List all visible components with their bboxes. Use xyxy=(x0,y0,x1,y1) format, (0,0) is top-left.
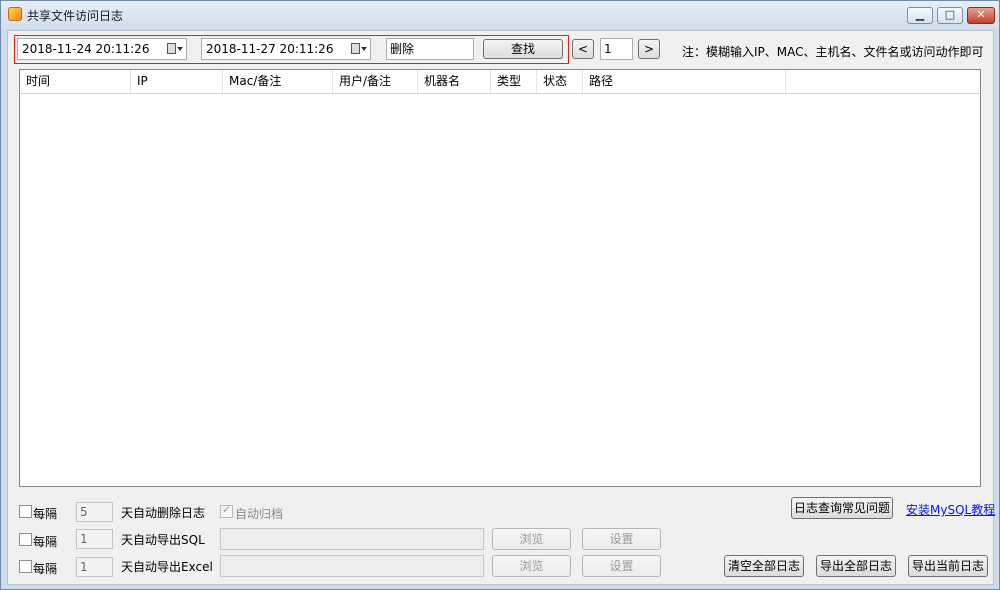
column-header-type[interactable]: 类型 xyxy=(491,70,537,93)
title-bar: 共享文件访问日志 ▁ □ ✕ xyxy=(1,1,999,29)
export-all-logs-button[interactable]: 导出全部日志 xyxy=(816,555,896,577)
auto-export-excel-label: 天自动导出Excel xyxy=(121,560,213,574)
page-number-input[interactable]: 1 xyxy=(600,38,633,60)
column-header-time[interactable]: 时间 xyxy=(20,70,131,93)
column-header-status[interactable]: 状态 xyxy=(537,70,583,93)
start-time-picker[interactable]: 2018-11-24 20:11:26 xyxy=(17,38,187,60)
excel-days-input[interactable]: 1 xyxy=(76,557,113,577)
auto-archive-label: 自动归档 xyxy=(235,507,284,521)
calendar-dropdown-icon[interactable] xyxy=(167,43,183,55)
log-faq-button[interactable]: 日志查询常见问题 xyxy=(791,497,893,519)
next-page-button[interactable]: > xyxy=(638,39,660,59)
maximize-button[interactable]: □ xyxy=(937,7,963,24)
client-area: 2018-11-24 20:11:26 2018-11-27 20:11:26 … xyxy=(7,30,995,585)
delete-days-input[interactable]: 5 xyxy=(76,502,113,522)
close-button[interactable]: ✕ xyxy=(967,7,995,24)
column-header-mac[interactable]: Mac/备注 xyxy=(223,70,333,93)
mysql-tutorial-link[interactable]: 安装MySQL教程 xyxy=(906,501,995,518)
keyword-input[interactable]: 删除 xyxy=(386,38,474,60)
sql-path-input[interactable] xyxy=(220,528,484,550)
sql-days-input[interactable]: 1 xyxy=(76,529,113,549)
prev-page-button[interactable]: < xyxy=(572,39,594,59)
table-header: 时间 IP Mac/备注 用户/备注 机器名 类型 状态 路径 xyxy=(20,70,980,94)
window-title: 共享文件访问日志 xyxy=(27,9,124,23)
app-icon xyxy=(8,7,22,21)
excel-settings-button[interactable]: 设置 xyxy=(582,555,661,577)
column-header-machine[interactable]: 机器名 xyxy=(418,70,491,93)
every-label: 每隔 xyxy=(33,535,58,549)
sql-settings-button[interactable]: 设置 xyxy=(582,528,661,550)
auto-export-excel-checkbox[interactable] xyxy=(19,560,32,573)
every-label: 每隔 xyxy=(33,507,58,521)
excel-path-input[interactable] xyxy=(220,555,484,577)
end-time-picker[interactable]: 2018-11-27 20:11:26 xyxy=(201,38,371,60)
log-table[interactable]: 时间 IP Mac/备注 用户/备注 机器名 类型 状态 路径 xyxy=(19,69,981,487)
excel-browse-button[interactable]: 浏览 xyxy=(492,555,571,577)
auto-delete-checkbox[interactable] xyxy=(19,505,32,518)
auto-archive-checkbox[interactable] xyxy=(220,503,233,518)
calendar-dropdown-icon[interactable] xyxy=(351,43,367,55)
export-current-logs-button[interactable]: 导出当前日志 xyxy=(908,555,988,577)
auto-export-sql-label: 天自动导出SQL xyxy=(121,533,205,547)
auto-delete-label: 天自动删除日志 xyxy=(121,506,206,520)
clear-all-logs-button[interactable]: 清空全部日志 xyxy=(724,555,804,577)
end-time-value: 2018-11-27 20:11:26 xyxy=(206,42,334,56)
auto-export-sql-checkbox[interactable] xyxy=(19,533,32,546)
every-label: 每隔 xyxy=(33,562,58,576)
start-time-value: 2018-11-24 20:11:26 xyxy=(22,42,150,56)
search-hint: 注：模糊输入IP、MAC、主机名、文件名或访问动作即可 xyxy=(682,45,984,59)
app-window: 共享文件访问日志 ▁ □ ✕ 2018-11-24 20:11:26 2018-… xyxy=(0,0,1000,590)
find-button[interactable]: 查找 xyxy=(483,39,563,59)
sql-browse-button[interactable]: 浏览 xyxy=(492,528,571,550)
column-header-user[interactable]: 用户/备注 xyxy=(333,70,418,93)
minimize-button[interactable]: ▁ xyxy=(907,7,933,24)
column-header-ip[interactable]: IP xyxy=(131,70,223,93)
column-header-path[interactable]: 路径 xyxy=(583,70,786,93)
